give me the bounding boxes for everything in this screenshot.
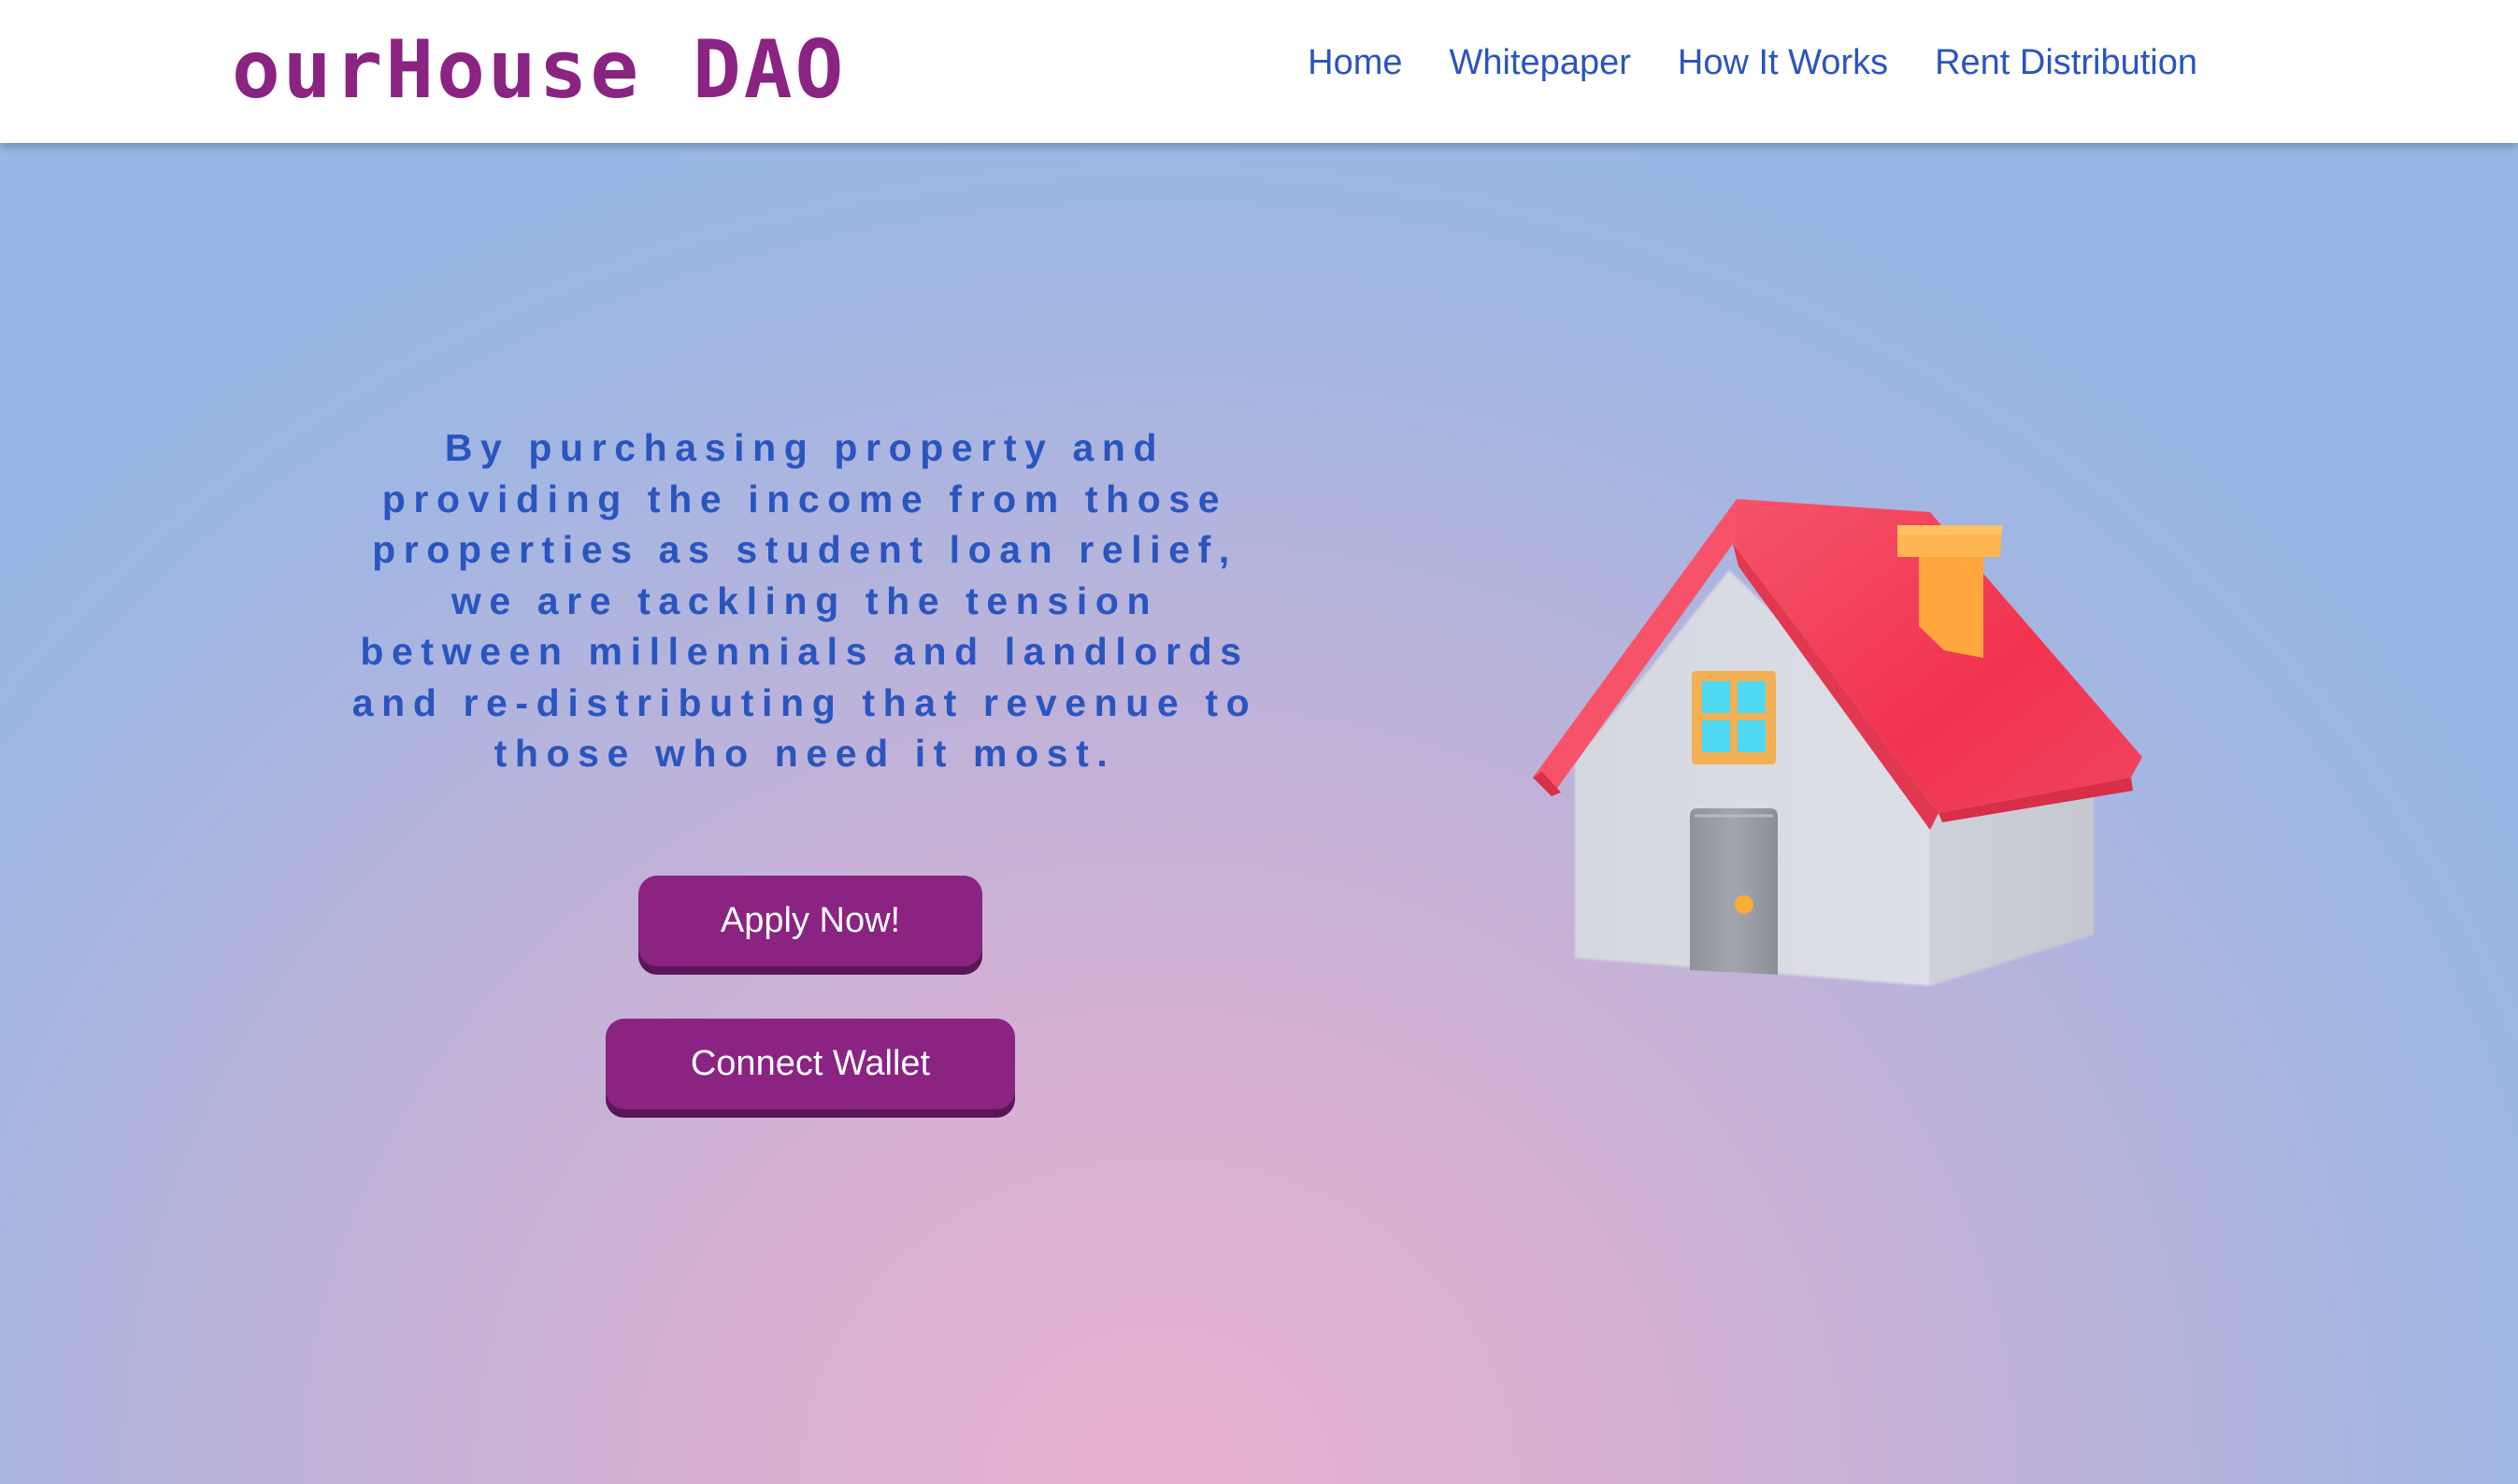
- apply-now-button[interactable]: Apply Now!: [638, 876, 982, 966]
- house-icon: [1533, 499, 2142, 986]
- door: [1690, 808, 1778, 975]
- nav-link-how-it-works[interactable]: How It Works: [1678, 43, 1888, 83]
- nav-link-rent-distribution[interactable]: Rent Distribution: [1935, 43, 2197, 83]
- nav-link-whitepaper[interactable]: Whitepaper: [1450, 43, 1631, 83]
- window: [1692, 671, 1776, 764]
- nav-link-home[interactable]: Home: [1308, 43, 1402, 83]
- hero-description: By purchasing property and providing the…: [351, 426, 1258, 775]
- brand-title[interactable]: ourHouse DAO: [232, 23, 846, 117]
- connect-wallet-button[interactable]: Connect Wallet: [606, 1019, 1015, 1109]
- top-navbar: ourHouse DAO Home Whitepaper How It Work…: [0, 0, 2518, 143]
- nav-menu: Home Whitepaper How It Works Rent Distri…: [1308, 43, 2197, 83]
- brand-logo[interactable]: ourHouse DAO: [232, 23, 846, 117]
